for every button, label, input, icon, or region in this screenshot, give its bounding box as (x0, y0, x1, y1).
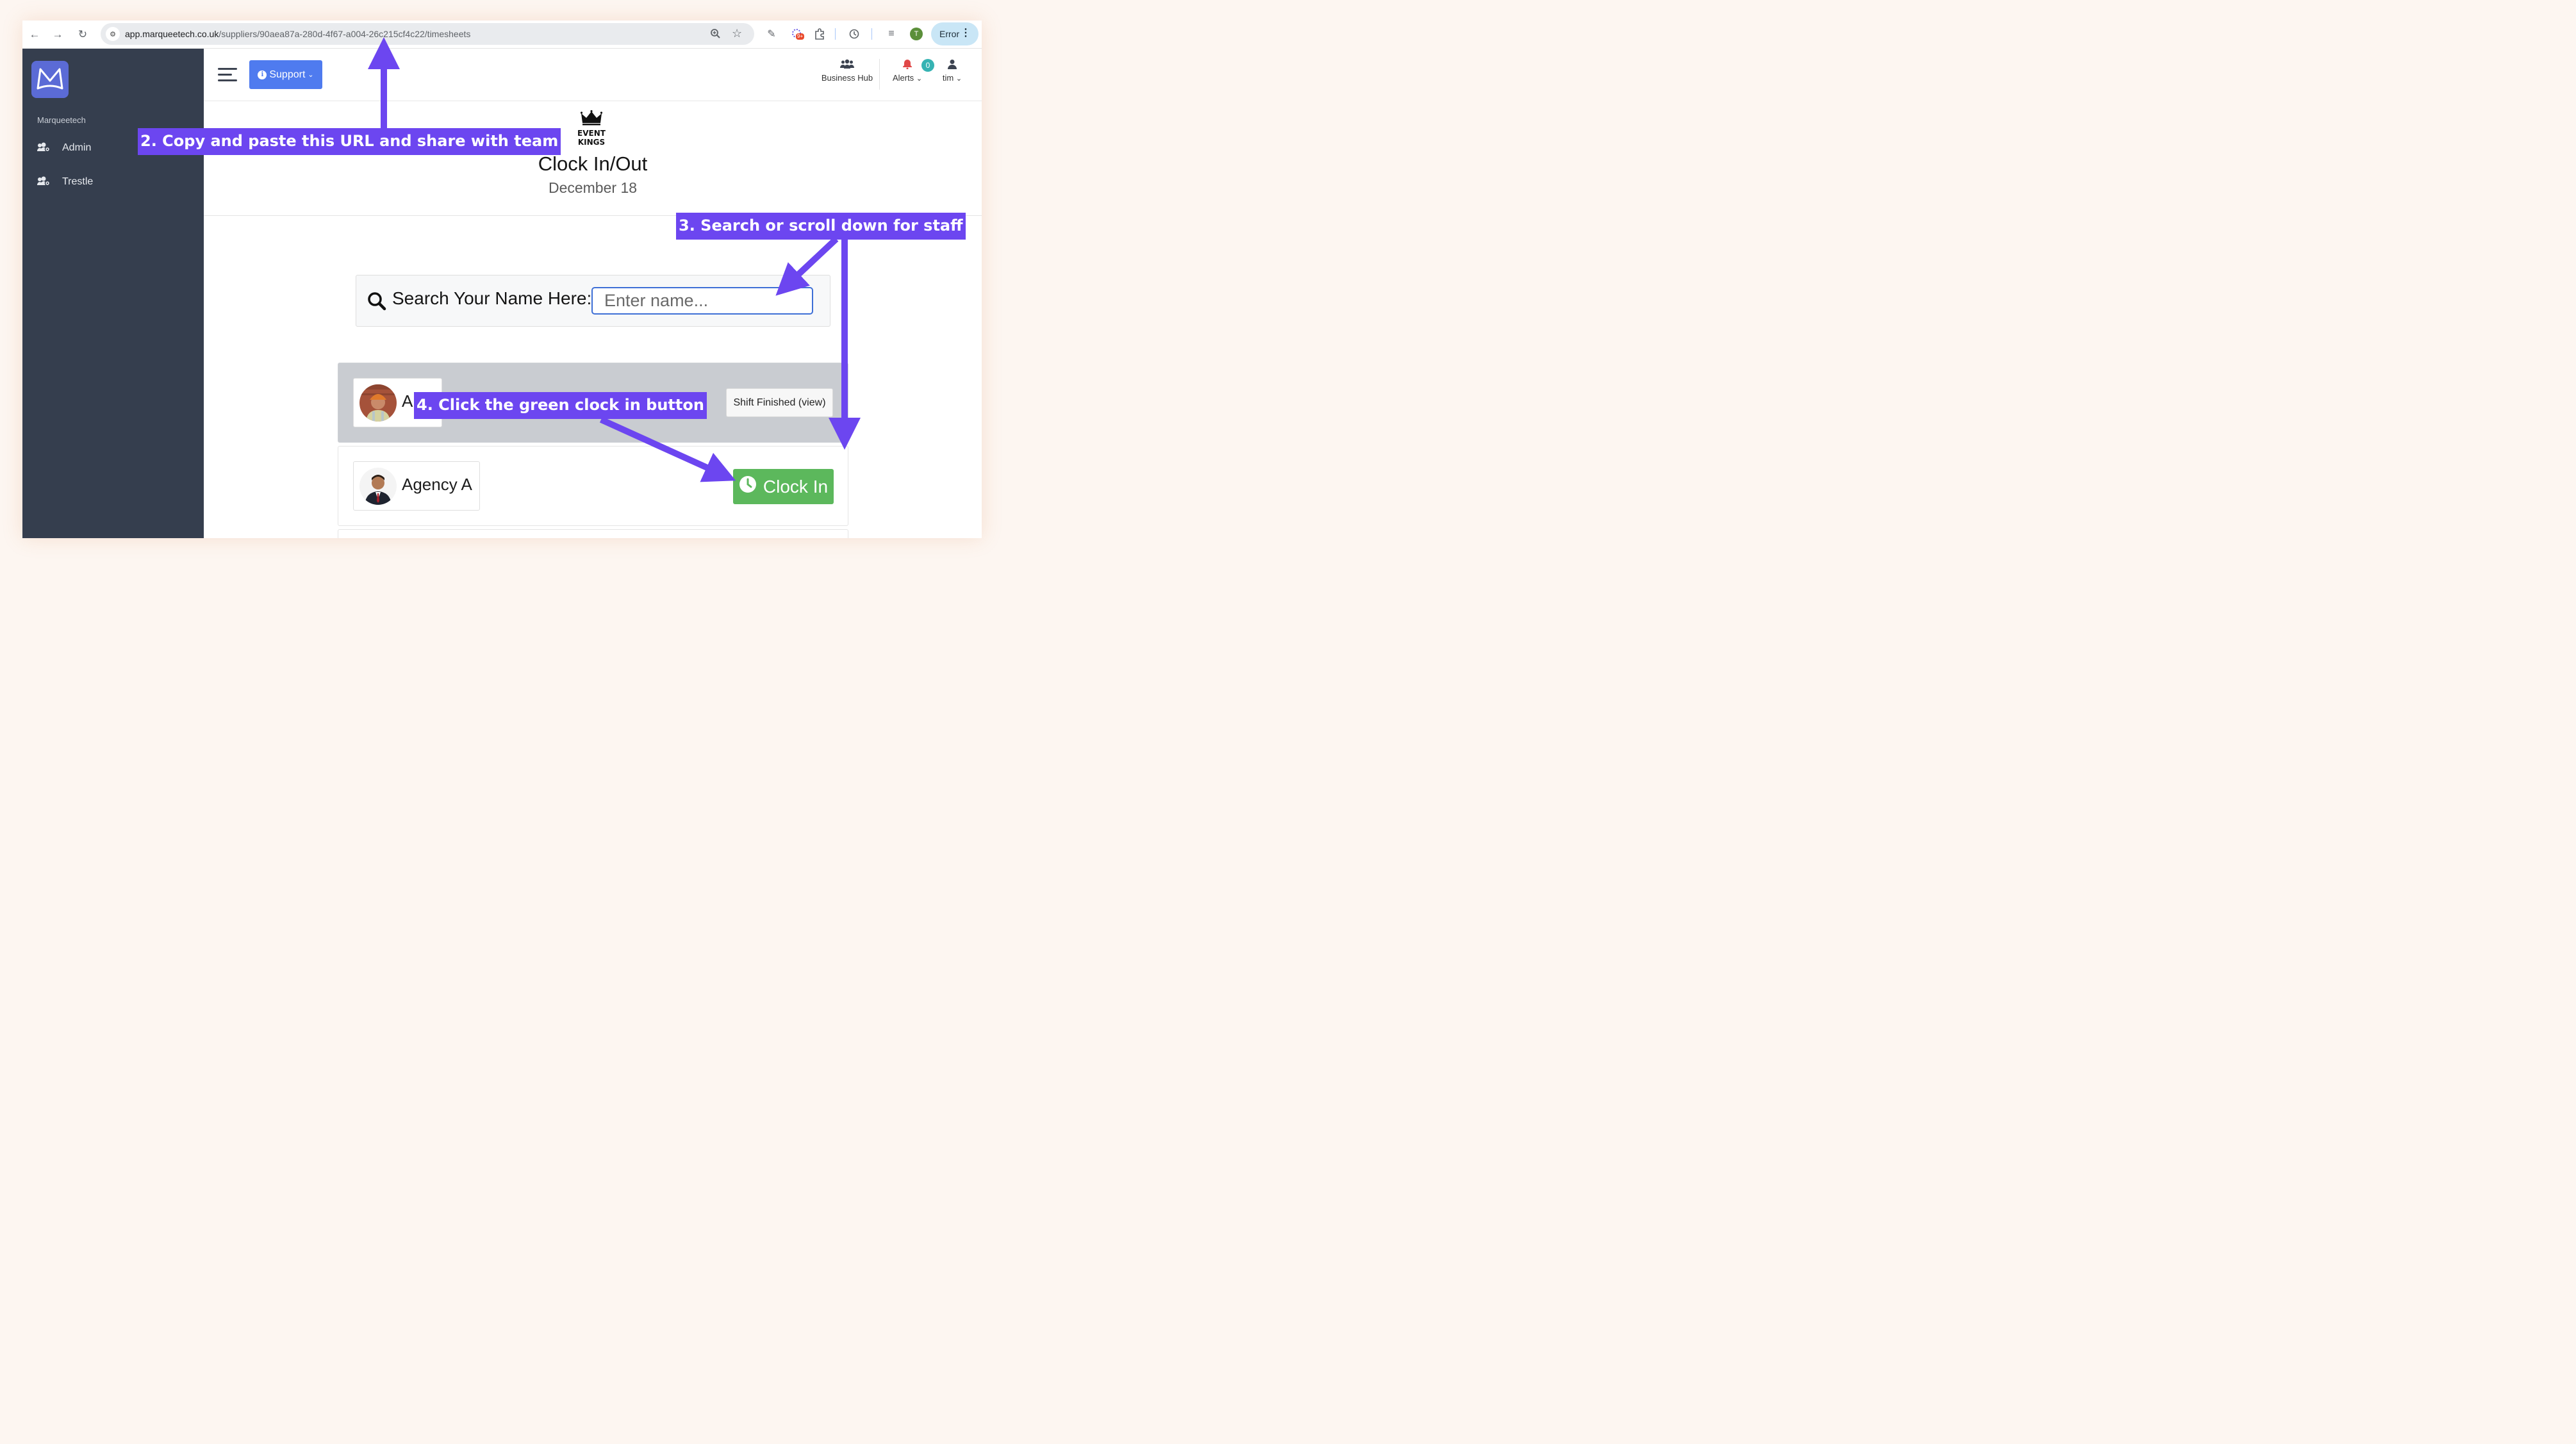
arrow-to-clock-in (599, 416, 736, 482)
annotation-step-4: 4. Click the green clock in button (414, 392, 707, 419)
annotation-step-2: 2. Copy and paste this URL and share wit… (138, 128, 561, 155)
annotation-step-3: 3. Search or scroll down for staff (676, 213, 966, 240)
arrow-to-search (775, 236, 839, 296)
annotation-arrows (368, 37, 861, 482)
